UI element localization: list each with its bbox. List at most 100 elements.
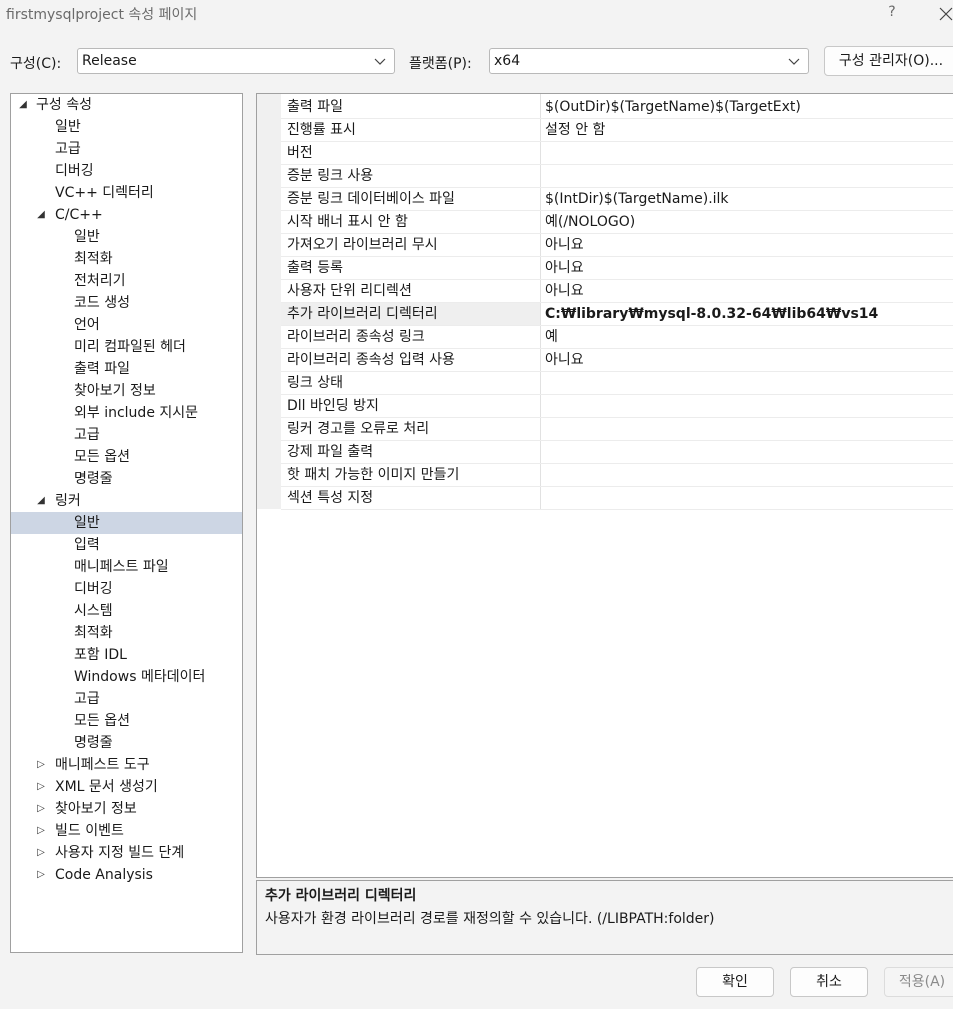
tree-item[interactable]: 일반 bbox=[11, 226, 242, 248]
collapsed-arrow-icon[interactable]: ▷ bbox=[35, 864, 47, 886]
property-row[interactable]: 강제 파일 출력 bbox=[257, 441, 953, 464]
config-manager-button[interactable]: 구성 관리자(O)... bbox=[824, 46, 953, 76]
tree-item-label: 외부 include 지시문 bbox=[74, 405, 199, 421]
property-grid: 출력 파일 $(OutDir)$(TargetName)$(TargetExt) 진… bbox=[256, 93, 953, 878]
property-name: 섹션 특성 지정 bbox=[287, 490, 374, 506]
tree-item[interactable]: ▷ 매니페스트 도구 bbox=[11, 754, 242, 776]
property-row[interactable]: 라이브러리 종속성 링크 예 bbox=[257, 326, 953, 349]
cancel-button[interactable]: 취소 bbox=[790, 967, 868, 997]
property-name: 가져오기 라이브러리 무시 bbox=[287, 237, 438, 253]
tree-item[interactable]: 명령줄 bbox=[11, 468, 242, 490]
property-name: 라이브러리 종속성 입력 사용 bbox=[287, 352, 455, 368]
property-name: 진행률 표시 bbox=[287, 122, 356, 138]
expanded-arrow-icon[interactable]: ◢ bbox=[17, 94, 29, 116]
property-row[interactable]: Dll 바인딩 방지 bbox=[257, 395, 953, 418]
tree-item-label: 출력 파일 bbox=[74, 361, 130, 377]
expanded-arrow-icon[interactable]: ◢ bbox=[35, 490, 47, 512]
property-value[interactable]: 설정 안 함 bbox=[545, 119, 605, 141]
tree-item-label: 최적화 bbox=[74, 625, 113, 641]
tree-item[interactable]: 최적화 bbox=[11, 622, 242, 644]
collapsed-arrow-icon[interactable]: ▷ bbox=[35, 754, 47, 776]
property-value[interactable]: 아니요 bbox=[545, 280, 584, 302]
property-row[interactable]: 링크 상태 bbox=[257, 372, 953, 395]
chevron-down-icon bbox=[788, 58, 800, 65]
tree-item[interactable]: 코드 생성 bbox=[11, 292, 242, 314]
property-row[interactable]: 진행률 표시 설정 안 함 bbox=[257, 119, 953, 142]
tree-item[interactable]: ◢ C/C++ bbox=[11, 204, 242, 226]
expanded-arrow-icon[interactable]: ◢ bbox=[35, 204, 47, 226]
property-row[interactable]: 가져오기 라이브러리 무시 아니요 bbox=[257, 234, 953, 257]
property-name: 증분 링크 사용 bbox=[287, 168, 374, 184]
tree-item[interactable]: ◢ 구성 속성 bbox=[11, 94, 242, 116]
tree-item[interactable]: 고급 bbox=[11, 138, 242, 160]
tree-item-label: Code Analysis bbox=[55, 867, 153, 883]
property-value[interactable]: $(IntDir)$(TargetName).ilk bbox=[545, 188, 729, 210]
tree-item[interactable]: 언어 bbox=[11, 314, 242, 336]
platform-label: 플랫폼(P): bbox=[409, 56, 472, 72]
tree-item-label: 입력 bbox=[74, 537, 100, 553]
tree-item[interactable]: 입력 bbox=[11, 534, 242, 556]
tree-item-label: 코드 생성 bbox=[74, 295, 130, 311]
help-button[interactable]: ? bbox=[884, 4, 900, 20]
tree-item[interactable]: 일반 bbox=[11, 116, 242, 138]
apply-button[interactable]: 적용(A) bbox=[884, 967, 953, 997]
tree-item[interactable]: ◢ 링커 bbox=[11, 490, 242, 512]
property-row[interactable]: 링커 경고를 오류로 처리 bbox=[257, 418, 953, 441]
tree-item[interactable]: ▷ 찾아보기 정보 bbox=[11, 798, 242, 820]
property-value[interactable]: 아니요 bbox=[545, 349, 584, 371]
tree-item[interactable]: 고급 bbox=[11, 688, 242, 710]
tree-item[interactable]: 모든 옵션 bbox=[11, 710, 242, 732]
tree-item[interactable]: ▷ Code Analysis bbox=[11, 864, 242, 886]
tree-item[interactable]: 외부 include 지시문 bbox=[11, 402, 242, 424]
property-row[interactable]: 증분 링크 사용 bbox=[257, 165, 953, 188]
collapsed-arrow-icon[interactable]: ▷ bbox=[35, 798, 47, 820]
tree-item[interactable]: 출력 파일 bbox=[11, 358, 242, 380]
collapsed-arrow-icon[interactable]: ▷ bbox=[35, 820, 47, 842]
property-value[interactable]: 예(/NOLOGO) bbox=[545, 211, 635, 233]
close-icon[interactable] bbox=[935, 2, 953, 24]
property-name: 출력 등록 bbox=[287, 260, 343, 276]
tree-item[interactable]: 모든 옵션 bbox=[11, 446, 242, 468]
collapsed-arrow-icon[interactable]: ▷ bbox=[35, 842, 47, 864]
tree-item[interactable]: ▷ XML 문서 생성기 bbox=[11, 776, 242, 798]
property-row[interactable]: 사용자 단위 리디렉션 아니요 bbox=[257, 280, 953, 303]
ok-button[interactable]: 확인 bbox=[696, 967, 774, 997]
collapsed-arrow-icon[interactable]: ▷ bbox=[35, 776, 47, 798]
tree-item[interactable]: 찾아보기 정보 bbox=[11, 380, 242, 402]
tree-item[interactable]: 미리 컴파일된 헤더 bbox=[11, 336, 242, 358]
config-dropdown[interactable]: Release bbox=[77, 48, 395, 74]
tree-item[interactable]: VC++ 디렉터리 bbox=[11, 182, 242, 204]
tree-item[interactable]: 최적화 bbox=[11, 248, 242, 270]
property-name: 버전 bbox=[287, 145, 313, 161]
property-value[interactable]: 아니요 bbox=[545, 257, 584, 279]
tree-item[interactable]: 디버깅 bbox=[11, 578, 242, 600]
property-value[interactable]: 예 bbox=[545, 326, 558, 348]
tree-item[interactable]: ▷ 사용자 지정 빌드 단계 bbox=[11, 842, 242, 864]
property-row[interactable]: 증분 링크 데이터베이스 파일 $(IntDir)$(TargetName).il… bbox=[257, 188, 953, 211]
property-row[interactable]: 출력 파일 $(OutDir)$(TargetName)$(TargetExt) bbox=[257, 96, 953, 119]
property-row[interactable]: 추가 라이브러리 디렉터리 C:₩library₩mysql-8.0.32-64₩… bbox=[257, 303, 953, 326]
property-row[interactable]: 섹션 특성 지정 bbox=[257, 487, 953, 510]
tree-item[interactable]: 고급 bbox=[11, 424, 242, 446]
property-name: 사용자 단위 리디렉션 bbox=[287, 283, 412, 299]
platform-dropdown[interactable]: x64 bbox=[489, 48, 809, 74]
property-row[interactable]: 핫 패치 가능한 이미지 만들기 bbox=[257, 464, 953, 487]
tree-item[interactable]: 포함 IDL bbox=[11, 644, 242, 666]
property-row[interactable]: 시작 배너 표시 안 함 예(/NOLOGO) bbox=[257, 211, 953, 234]
property-row[interactable]: 라이브러리 종속성 입력 사용 아니요 bbox=[257, 349, 953, 372]
property-row[interactable]: 버전 bbox=[257, 142, 953, 165]
tree-item-label: 명령줄 bbox=[74, 471, 113, 487]
tree-item[interactable]: 매니페스트 파일 bbox=[11, 556, 242, 578]
tree-item[interactable]: 명령줄 bbox=[11, 732, 242, 754]
property-value[interactable]: $(OutDir)$(TargetName)$(TargetExt) bbox=[545, 96, 801, 118]
tree-item[interactable]: 전처리기 bbox=[11, 270, 242, 292]
tree-item[interactable]: 디버깅 bbox=[11, 160, 242, 182]
tree-item[interactable]: 시스템 bbox=[11, 600, 242, 622]
property-row[interactable]: 출력 등록 아니요 bbox=[257, 257, 953, 280]
tree-item[interactable]: Windows 메타데이터 bbox=[11, 666, 242, 688]
description-panel: 추가 라이브러리 디렉터리 사용자가 환경 라이브러리 경로를 재정의할 수 있… bbox=[256, 880, 953, 955]
tree-item[interactable]: ▷ 빌드 이벤트 bbox=[11, 820, 242, 842]
property-value[interactable]: 아니요 bbox=[545, 234, 584, 256]
tree-item[interactable]: 일반 bbox=[11, 512, 242, 534]
property-value[interactable]: C:₩library₩mysql-8.0.32-64₩lib64₩vs14 bbox=[545, 303, 878, 325]
